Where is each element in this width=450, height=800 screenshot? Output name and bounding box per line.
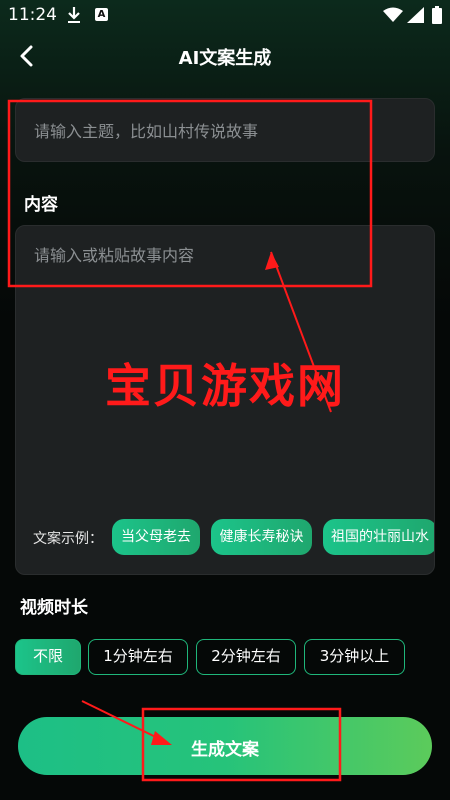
duration-option-2min[interactable]: 2分钟左右	[196, 639, 296, 675]
generate-button-label: 生成文案	[191, 740, 259, 760]
duration-option-3min[interactable]: 3分钟以上	[304, 639, 405, 675]
duration-option-1min[interactable]: 1分钟左右	[88, 639, 188, 675]
duration-option-unlimited[interactable]: 不限	[15, 639, 81, 675]
status-bar: 11:24 A	[0, 0, 450, 32]
download-icon	[66, 6, 82, 28]
a-notification-icon: A	[95, 8, 108, 21]
content-label: 内容	[24, 195, 58, 215]
example-chip[interactable]: 健康长寿秘诀	[211, 519, 312, 555]
generate-button[interactable]: 生成文案	[18, 717, 432, 775]
example-chip[interactable]: 当父母老去	[112, 519, 200, 555]
duration-label: 视频时长	[20, 598, 88, 618]
wifi-icon	[383, 7, 403, 27]
examples-row: 文案示例： 当父母老去 健康长寿秘诀 祖国的壮丽山水	[16, 518, 434, 558]
battery-icon	[432, 6, 442, 28]
status-time: 11:24	[8, 5, 57, 25]
title-input-container	[15, 98, 435, 162]
title-input[interactable]	[34, 117, 414, 145]
signal-icon	[407, 7, 425, 27]
examples-label: 文案示例：	[33, 531, 103, 547]
page-title: AI文案生成	[178, 48, 272, 69]
example-chip[interactable]: 祖国的壮丽山水	[323, 519, 434, 555]
watermark-text: 宝贝游戏网	[105, 359, 345, 413]
